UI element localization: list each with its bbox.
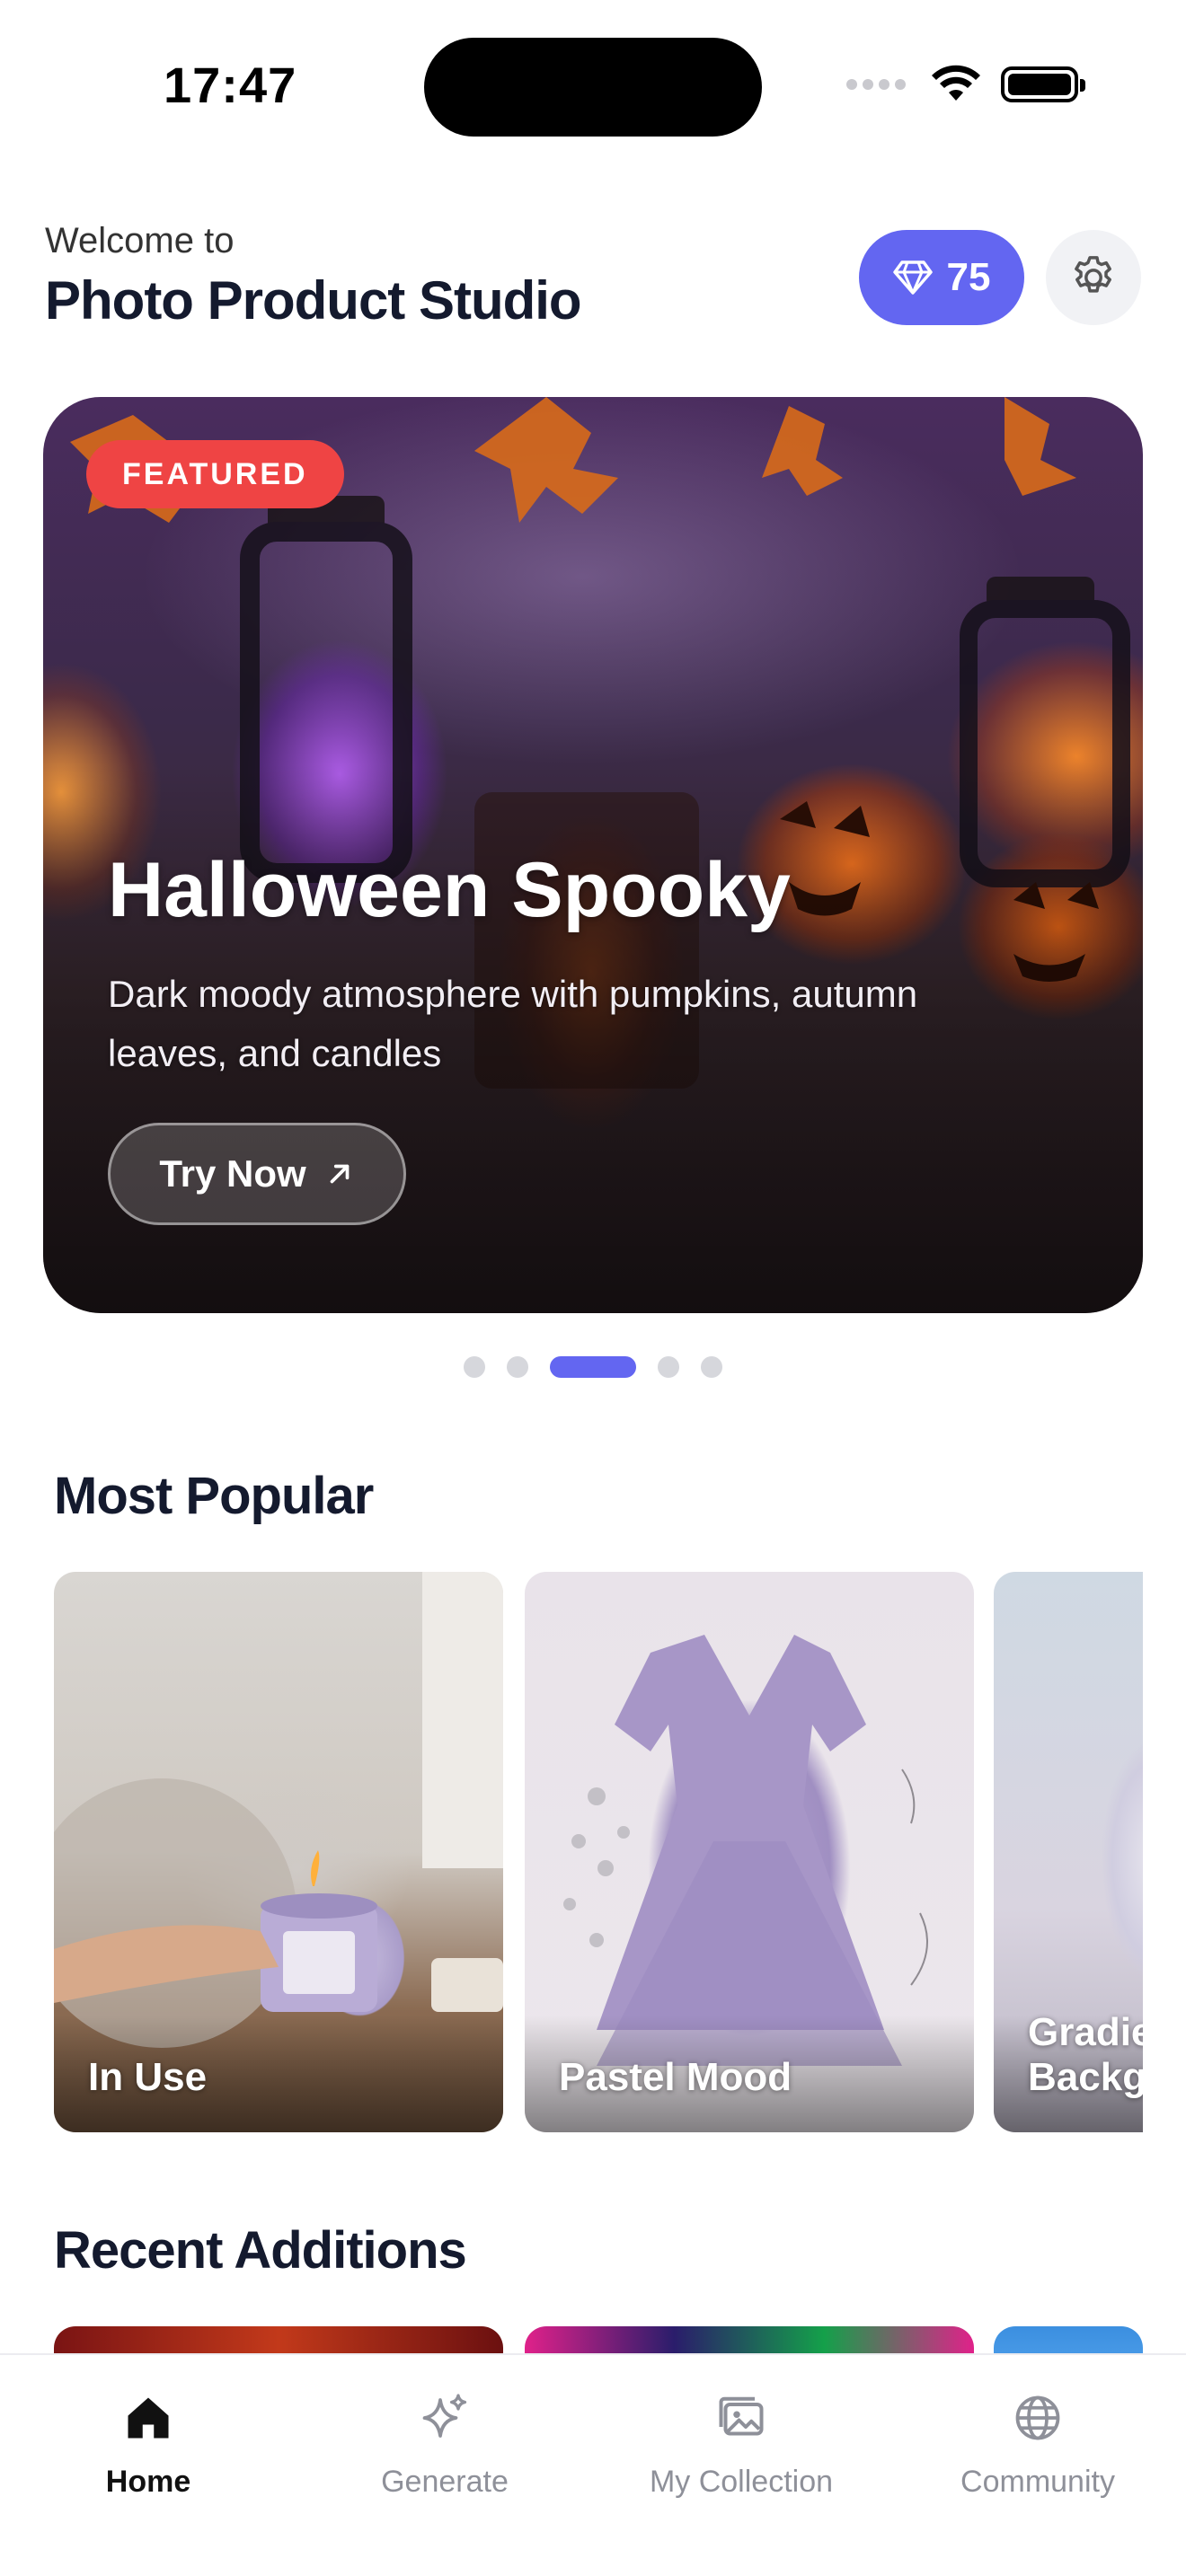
- gallery-icon: [719, 2396, 764, 2436]
- credits-count: 75: [946, 255, 991, 299]
- tab-label: Home: [105, 2465, 191, 2499]
- try-now-label: Try Now: [159, 1152, 306, 1195]
- battery-icon: [1001, 66, 1085, 102]
- tab-generate[interactable]: Generate: [296, 2391, 593, 2500]
- dynamic-island: [424, 38, 762, 137]
- most-popular-heading: Most Popular: [54, 1467, 374, 1525]
- carousel-pagination: [0, 1356, 1186, 1378]
- wifi-icon: [932, 65, 980, 101]
- app-title: Photo Product Studio: [45, 270, 582, 331]
- tab-label: My Collection: [649, 2465, 834, 2499]
- hero-subtitle: Dark moody atmosphere with pumpkins, aut…: [108, 973, 918, 1074]
- hero-title: Halloween Spooky: [108, 847, 791, 933]
- diamond-icon: [892, 260, 933, 295]
- card-label: In Use: [88, 2055, 208, 2099]
- welcome-text: Welcome to: [45, 221, 235, 260]
- gear-icon: [1075, 256, 1111, 293]
- carousel-dot-active[interactable]: [550, 1356, 636, 1378]
- try-now-button[interactable]: Try Now: [108, 1123, 406, 1225]
- carousel-dot[interactable]: [464, 1356, 485, 1378]
- home-icon: [128, 2397, 169, 2439]
- carousel-dot[interactable]: [507, 1356, 528, 1378]
- recent-additions-heading: Recent Additions: [54, 2221, 467, 2280]
- sparkle-icon: [422, 2394, 467, 2438]
- status-time: 17:47: [164, 57, 297, 113]
- carousel-dot[interactable]: [701, 1356, 722, 1378]
- popular-card-in-use[interactable]: In Use: [54, 1572, 503, 2132]
- popular-card-gradient-background[interactable]: Gradient Background: [994, 1572, 1143, 2132]
- tab-label: Community: [960, 2465, 1115, 2499]
- globe-icon: [1015, 2395, 1060, 2440]
- status-icons: [846, 65, 1085, 104]
- card-label: Gradient Background: [1028, 2010, 1143, 2099]
- credits-button[interactable]: 75: [859, 230, 1024, 325]
- featured-banner[interactable]: FEATURED Halloween Spooky Dark moody atm…: [43, 397, 1143, 1313]
- arrow-up-right-icon: [330, 1164, 350, 1184]
- tab-label: Generate: [381, 2465, 509, 2499]
- carousel-dot[interactable]: [658, 1356, 679, 1378]
- tab-home[interactable]: Home: [0, 2391, 296, 2500]
- cellular-signal-icon: [846, 79, 906, 90]
- featured-badge: FEATURED: [86, 440, 344, 508]
- settings-button[interactable]: [1046, 230, 1141, 325]
- tab-community[interactable]: Community: [890, 2391, 1186, 2500]
- card-label: Pastel Mood: [559, 2055, 792, 2099]
- bottom-tab-bar: Home Generate My Collection Community: [0, 2353, 1186, 2576]
- popular-card-pastel-mood[interactable]: Pastel Mood: [525, 1572, 974, 2132]
- tab-my-collection[interactable]: My Collection: [593, 2391, 890, 2500]
